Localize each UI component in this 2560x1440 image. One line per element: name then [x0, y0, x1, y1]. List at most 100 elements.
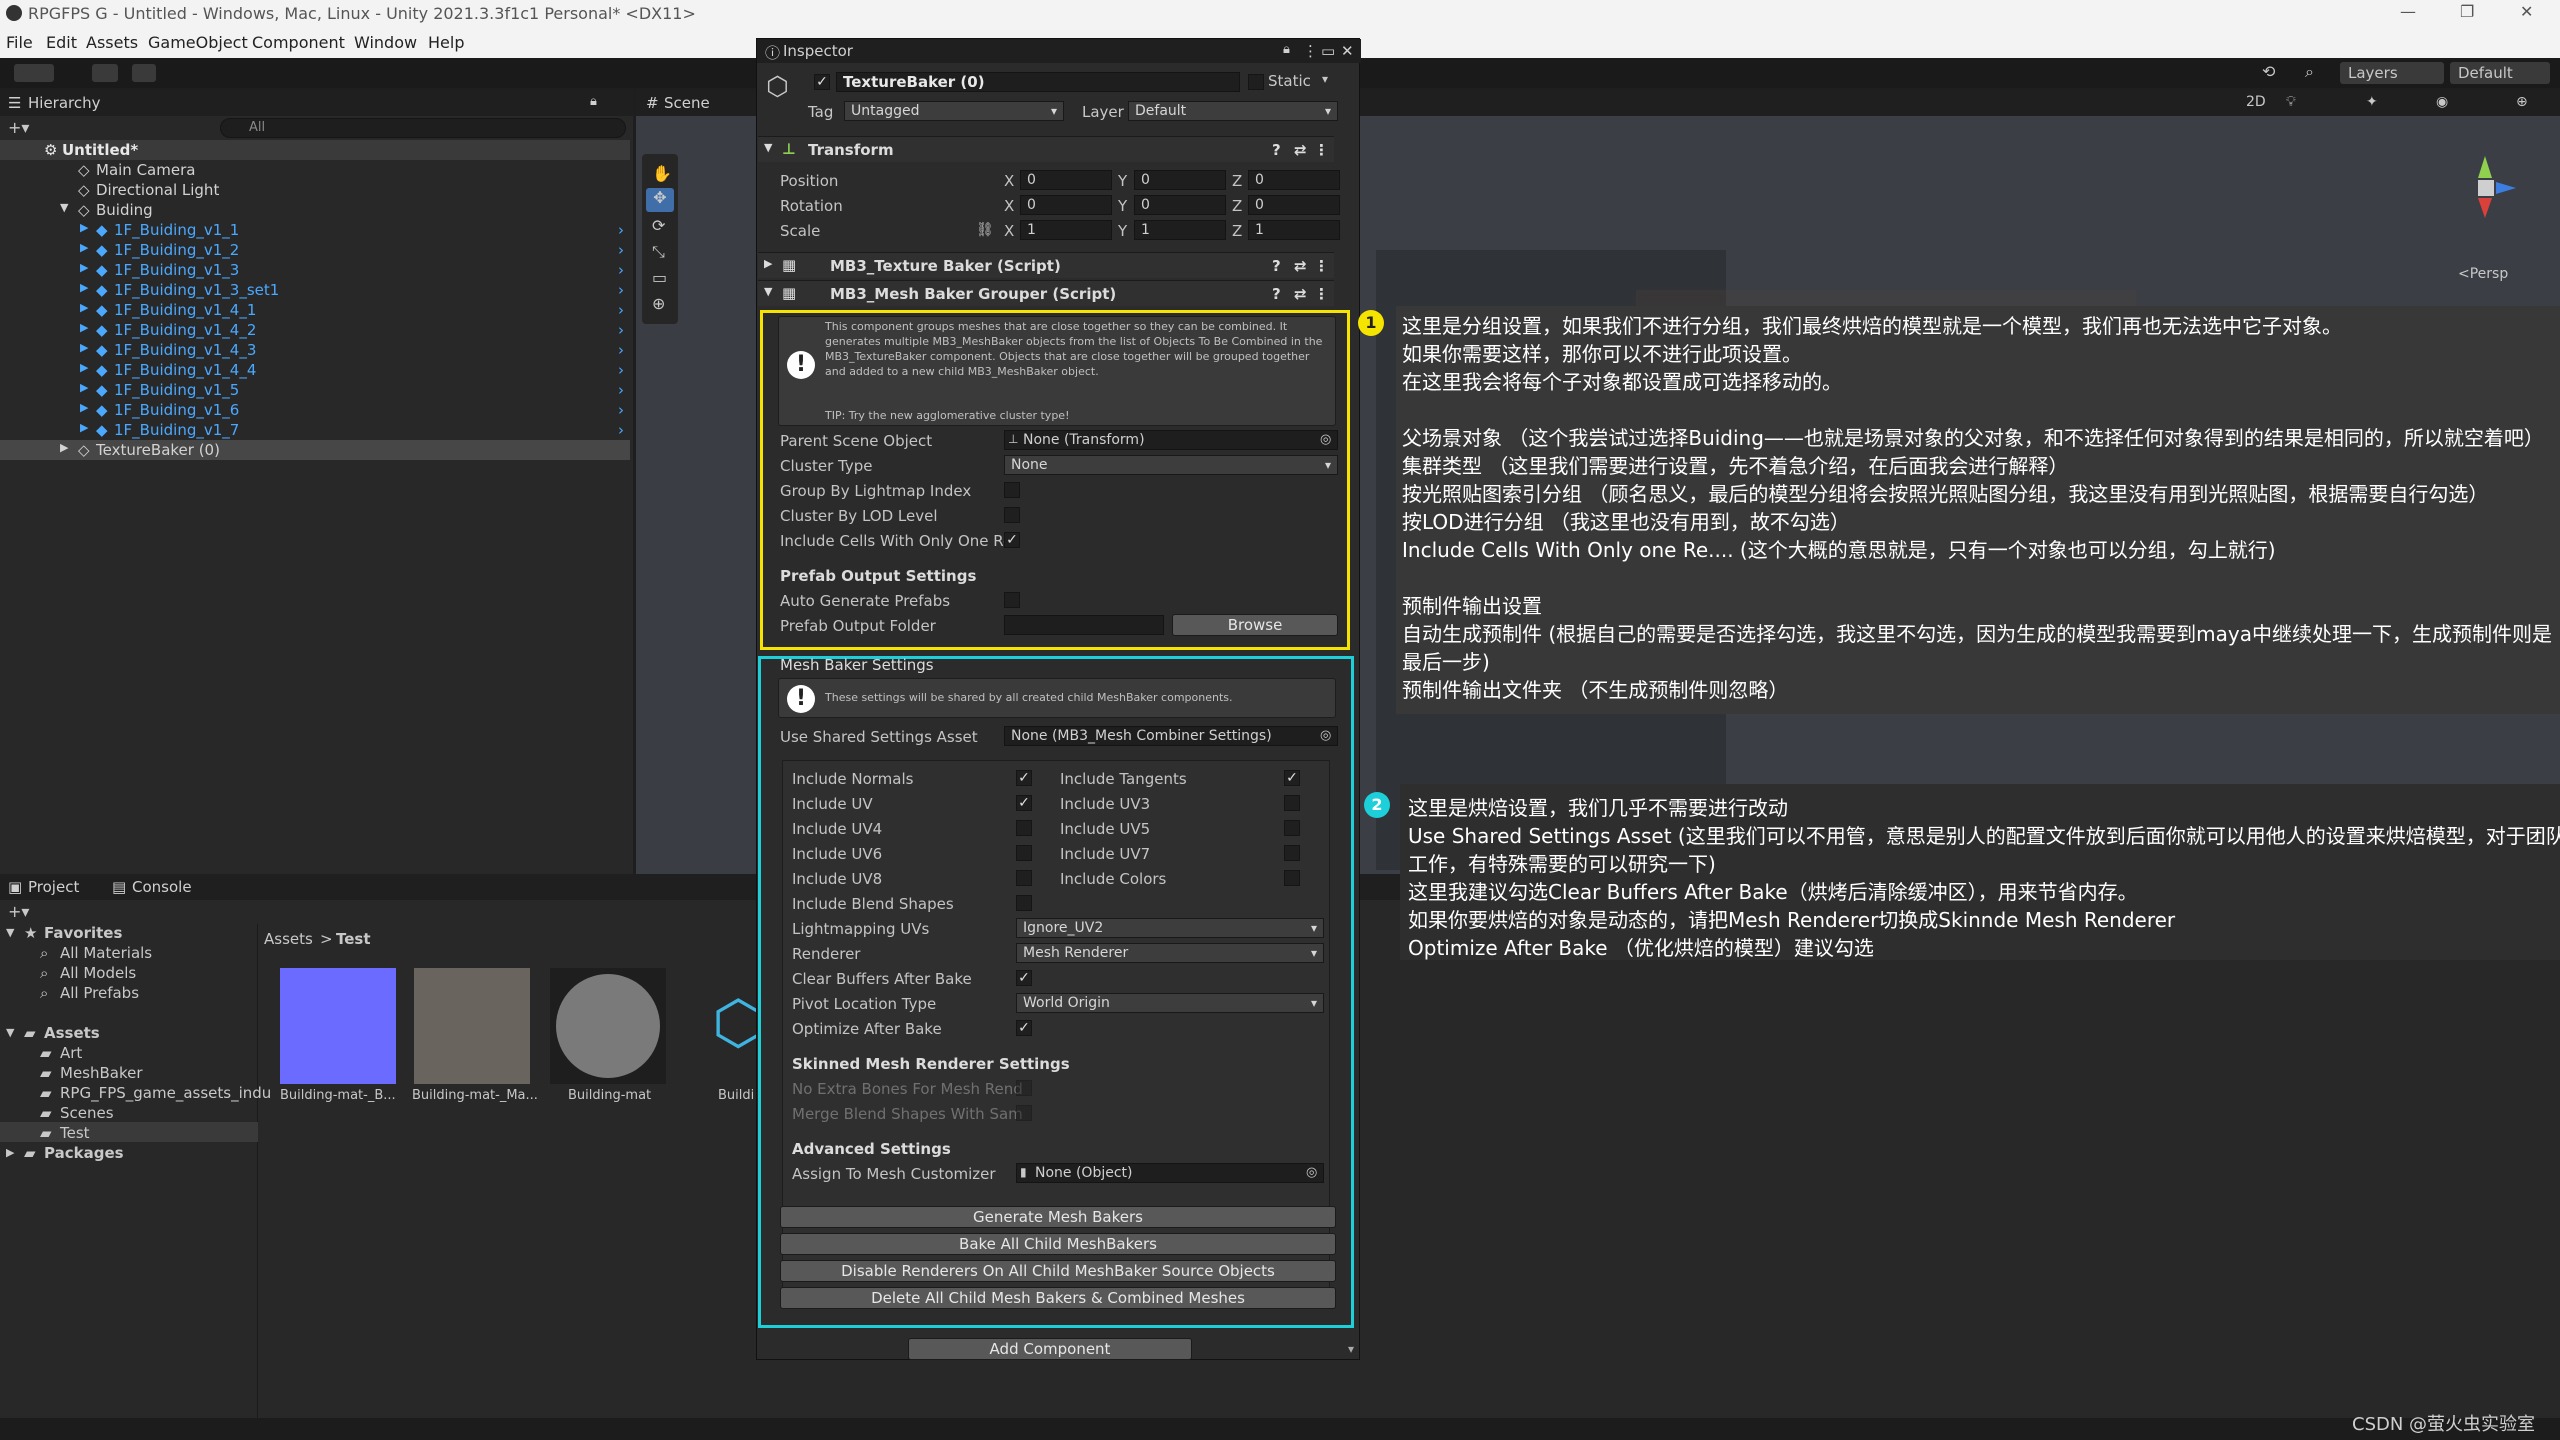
rotate-tool-icon[interactable]: ⟳: [652, 216, 665, 235]
menu-gameobject[interactable]: GameObject: [148, 33, 248, 52]
static-dropdown-icon[interactable]: ▾: [1322, 72, 1328, 86]
chevron-right-icon[interactable]: ›: [618, 341, 624, 359]
cluster-type-dropdown[interactable]: None: [1004, 455, 1338, 475]
tree-item-building-2[interactable]: ▶ ◆ 1F_Buiding_v1_2 ›: [0, 240, 630, 260]
menu-file[interactable]: File: [6, 33, 33, 52]
tree-item-directional-light[interactable]: ◇ Directional Light: [0, 180, 630, 200]
object-picker-icon[interactable]: ◎: [1320, 432, 1331, 447]
clear-buffers-checkbox[interactable]: ✓: [1016, 970, 1032, 986]
tab-hierarchy[interactable]: Hierarchy: [28, 94, 101, 112]
chevron-right-icon[interactable]: ›: [618, 381, 624, 399]
chevron-right-icon[interactable]: ›: [618, 401, 624, 419]
cloud-icon[interactable]: [92, 64, 118, 82]
object-picker-icon[interactable]: ◎: [1320, 728, 1331, 743]
chevron-right-icon[interactable]: ›: [618, 421, 624, 439]
effects-icon[interactable]: ✦: [2366, 94, 2378, 110]
gizmos-icon[interactable]: ⊕: [2516, 94, 2528, 110]
persp-label[interactable]: <Persp: [2458, 266, 2508, 282]
bake-all-child-meshbakers-button[interactable]: Bake All Child MeshBakers: [780, 1233, 1336, 1255]
chevron-right-icon[interactable]: ›: [618, 321, 624, 339]
asset-thumb-normal-map[interactable]: [280, 968, 396, 1084]
include-cells-checkbox[interactable]: ✓: [1004, 532, 1020, 548]
lock-icon[interactable]: 🔒︎: [590, 94, 597, 109]
collab-icon[interactable]: [132, 64, 156, 82]
fold-right-icon[interactable]: ▶: [80, 281, 88, 294]
packages-folder[interactable]: Packages: [44, 1144, 124, 1162]
move-tool-icon[interactable]: ✥: [646, 188, 674, 212]
include-tangents-checkbox[interactable]: ✓: [1284, 770, 1300, 786]
texture-baker-script-header[interactable]: ▶ ▦ MB3_Texture Baker (Script) ? ⇄ ⋮: [758, 252, 1334, 278]
help-icon[interactable]: ?: [1272, 285, 1281, 303]
cluster-lod-checkbox[interactable]: [1004, 507, 1020, 523]
fold-right-icon[interactable]: ▶: [80, 421, 88, 434]
fold-down-icon[interactable]: ▼: [764, 285, 772, 298]
scroll-down-icon[interactable]: ▾: [1348, 1342, 1354, 1356]
fold-right-icon[interactable]: ▶: [80, 361, 88, 374]
folder-rpg-fps[interactable]: RPG_FPS_game_assets_indu: [60, 1084, 271, 1102]
tag-dropdown[interactable]: Untagged: [844, 101, 1064, 121]
tree-item-building-4-4[interactable]: ▶ ◆ 1F_Buiding_v1_4_4 ›: [0, 360, 630, 380]
close-icon[interactable]: ✕: [1341, 42, 1354, 60]
menu-assets[interactable]: Assets: [86, 33, 138, 52]
lighting-toggle-icon[interactable]: 💡︎: [2286, 94, 2296, 110]
asset-name[interactable]: Building-mat-_B...: [280, 1088, 396, 1103]
scene-axis-gizmo[interactable]: [2458, 156, 2516, 232]
layers-dropdown[interactable]: Layers: [2340, 62, 2444, 84]
generate-mesh-bakers-button[interactable]: Generate Mesh Bakers: [780, 1206, 1336, 1228]
scale-x-field[interactable]: 1: [1020, 220, 1112, 240]
tree-item-building-5[interactable]: ▶ ◆ 1F_Buiding_v1_5 ›: [0, 380, 630, 400]
asset-thumb-material[interactable]: [550, 968, 666, 1084]
chevron-right-icon[interactable]: ›: [618, 261, 624, 279]
fold-right-icon[interactable]: ▶: [764, 257, 772, 270]
menu-edit[interactable]: Edit: [46, 33, 77, 52]
asset-name[interactable]: Building-mat-_Ma...: [412, 1088, 538, 1103]
minimize-icon[interactable]: —: [2400, 2, 2416, 21]
axis-center-icon[interactable]: [2478, 180, 2494, 196]
kebab-menu-icon[interactable]: ⋮: [1314, 257, 1329, 275]
include-uv4-checkbox[interactable]: [1016, 820, 1032, 836]
scene-root[interactable]: ⚙ Untitled*: [0, 140, 630, 160]
object-name-input[interactable]: TextureBaker (0): [836, 72, 1240, 92]
hand-tool-icon[interactable]: ✋: [652, 164, 672, 183]
breadcrumb-assets[interactable]: Assets: [264, 930, 313, 948]
group-lightmap-checkbox[interactable]: [1004, 482, 1020, 498]
fold-right-icon[interactable]: ▶: [80, 261, 88, 274]
merge-blend-checkbox[interactable]: [1016, 1105, 1032, 1121]
include-uv7-checkbox[interactable]: [1284, 845, 1300, 861]
fold-right-icon[interactable]: ▶: [6, 1146, 14, 1159]
layout-dropdown[interactable]: Default: [2450, 62, 2550, 84]
auto-generate-checkbox[interactable]: [1004, 592, 1020, 608]
fold-down-icon[interactable]: ▼: [6, 1026, 14, 1039]
disable-renderers-button[interactable]: Disable Renderers On All Child MeshBaker…: [780, 1260, 1336, 1282]
asset-thumb-texture[interactable]: [414, 968, 530, 1084]
chevron-right-icon[interactable]: ›: [618, 301, 624, 319]
position-x-field[interactable]: 0: [1020, 170, 1112, 190]
axis-z-icon[interactable]: [2496, 182, 2516, 194]
renderer-dropdown[interactable]: Mesh Renderer: [1016, 943, 1324, 963]
fold-right-icon[interactable]: ▶: [80, 401, 88, 414]
chevron-right-icon[interactable]: ›: [618, 221, 624, 239]
rotation-y-field[interactable]: 0: [1134, 195, 1226, 215]
transform-tool-icon[interactable]: ⊕: [652, 294, 665, 313]
fold-down-icon[interactable]: ▼: [6, 926, 14, 939]
include-uv6-checkbox[interactable]: [1016, 845, 1032, 861]
rect-tool-icon[interactable]: ▭: [652, 268, 667, 287]
object-picker-icon[interactable]: ◎: [1306, 1165, 1317, 1180]
pivot-dropdown[interactable]: World Origin: [1016, 993, 1324, 1013]
tree-item-building-4-1[interactable]: ▶ ◆ 1F_Buiding_v1_4_1 ›: [0, 300, 630, 320]
transform-header[interactable]: ▼ ⊥ Transform ? ⇄ ⋮: [758, 136, 1334, 162]
tree-item-building-6[interactable]: ▶ ◆ 1F_Buiding_v1_6 ›: [0, 400, 630, 420]
asset-name[interactable]: Buildi: [718, 1088, 754, 1103]
tree-item-building-7[interactable]: ▶ ◆ 1F_Buiding_v1_7 ›: [0, 420, 630, 440]
fav-all-materials[interactable]: All Materials: [60, 944, 152, 962]
scale-tool-icon[interactable]: ⤡: [652, 242, 665, 262]
tab-inspector[interactable]: Inspector: [783, 42, 853, 60]
tree-item-building-3[interactable]: ▶ ◆ 1F_Buiding_v1_3 ›: [0, 260, 630, 280]
folder-test[interactable]: Test: [60, 1124, 90, 1142]
tree-item-main-camera[interactable]: ◇ Main Camera: [0, 160, 630, 180]
kebab-menu-icon[interactable]: ⋮: [1314, 285, 1329, 303]
include-blend-shapes-checkbox[interactable]: [1016, 895, 1032, 911]
hierarchy-search-input[interactable]: All: [220, 118, 626, 138]
static-checkbox[interactable]: [1248, 74, 1264, 90]
menu-help[interactable]: Help: [428, 33, 464, 52]
